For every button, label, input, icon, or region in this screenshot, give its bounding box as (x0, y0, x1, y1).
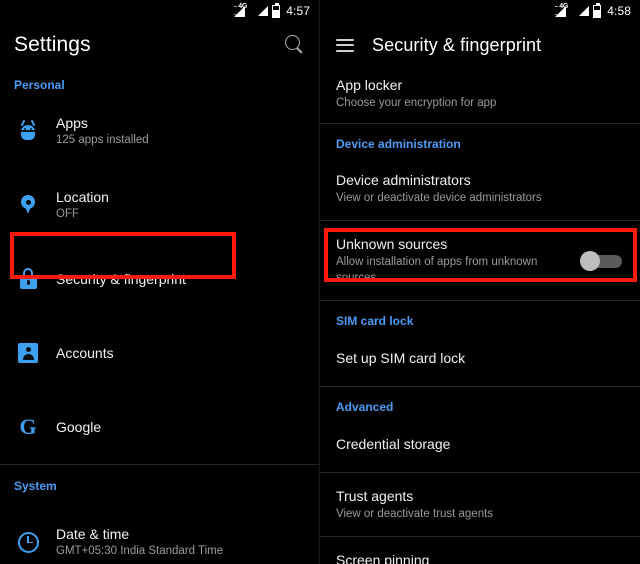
settings-item-location[interactable]: Location OFF (0, 168, 319, 242)
settings-screen: 4G 4:57 Settings Personal Apps 125 apps … (0, 0, 320, 564)
section-header-sim-card-lock: SIM card lock (336, 314, 414, 328)
unknown-sources-toggle[interactable] (580, 250, 624, 271)
search-icon[interactable] (285, 35, 305, 55)
item-subtitle: Allow installation of apps from unknown … (336, 256, 538, 284)
clock-icon (0, 530, 56, 554)
item-title: Google (56, 418, 102, 435)
security-item-device-administrators[interactable]: Device administrators View or deactivate… (320, 157, 640, 220)
item-title: Unknown sources (336, 236, 448, 252)
location-pin-icon (0, 193, 56, 217)
item-title: Apps (56, 114, 88, 131)
security-action-bar: Security & fingerprint (320, 22, 640, 68)
item-subtitle: GMT+05:30 India Standard Time (56, 544, 224, 557)
security-item-credential-storage[interactable]: Credential storage (320, 420, 640, 472)
network-type-label: 4G (238, 3, 247, 10)
security-item-screen-pinning[interactable]: Screen pinning Off (320, 537, 640, 564)
hamburger-menu-icon[interactable] (336, 38, 354, 52)
signal-bars-icon (579, 5, 590, 16)
clock-time-right: 4:58 (607, 4, 631, 18)
security-fingerprint-screen: 4G 4:58 Security & fingerprint App locke… (320, 0, 640, 564)
section-header-advanced: Advanced (336, 400, 394, 414)
item-title: Trust agents (336, 488, 414, 504)
item-subtitle: View or deactivate trust agents (336, 508, 494, 520)
dual-screenshot-container: 4G 4:57 Settings Personal Apps 125 apps … (0, 0, 640, 564)
clock-time-left: 4:57 (286, 4, 310, 18)
item-subtitle: OFF (56, 207, 79, 220)
battery-icon (593, 2, 602, 18)
item-title: Screen pinning (336, 552, 430, 564)
account-person-icon (0, 341, 56, 365)
item-title: Date & time (56, 525, 130, 542)
signal-bars-icon (258, 5, 269, 16)
security-item-unknown-sources[interactable]: Unknown sources Allow installation of ap… (320, 221, 640, 300)
item-subtitle: Choose your encryption for app (336, 97, 497, 109)
item-title: Location (56, 188, 109, 205)
section-header-device-administration: Device administration (336, 137, 461, 151)
settings-item-google[interactable]: G Google (0, 390, 319, 464)
page-title: Security & fingerprint (372, 34, 542, 55)
item-subtitle: View or deactivate device administrators (336, 192, 542, 204)
security-settings-list: App locker Choose your encryption for ap… (320, 68, 640, 564)
section-header-personal: Personal (14, 78, 65, 92)
status-bar-left: 4G 4:57 (0, 0, 319, 22)
item-title: Credential storage (336, 436, 451, 452)
lock-icon (0, 267, 56, 291)
google-g-icon: G (19, 414, 37, 439)
android-bug-icon (0, 119, 56, 143)
settings-item-apps[interactable]: Apps 125 apps installed (0, 94, 319, 168)
security-item-set-up-sim-card-lock[interactable]: Set up SIM card lock (320, 334, 640, 386)
item-title: App locker (336, 77, 403, 93)
settings-item-security-fingerprint[interactable]: Security & fingerprint (0, 242, 319, 316)
settings-item-date-time[interactable]: Date & time GMT+05:30 India Standard Tim… (0, 505, 319, 564)
settings-item-accounts[interactable]: Accounts (0, 316, 319, 390)
page-title: Settings (14, 33, 91, 56)
network-type-label: 4G (559, 3, 568, 10)
section-header-system: System (14, 479, 57, 493)
settings-list: Personal Apps 125 apps installed Locatio… (0, 68, 319, 564)
item-title: Set up SIM card lock (336, 350, 466, 366)
signal-4g-icon: 4G (233, 3, 254, 18)
status-bar-right: 4G 4:58 (320, 0, 640, 22)
settings-action-bar: Settings (0, 22, 319, 68)
item-subtitle: 125 apps installed (56, 133, 149, 146)
item-title: Security & fingerprint (56, 270, 186, 287)
battery-icon (272, 2, 281, 18)
security-item-app-locker[interactable]: App locker Choose your encryption for ap… (320, 68, 640, 123)
signal-4g-icon: 4G (554, 3, 575, 18)
item-title: Accounts (56, 344, 114, 361)
security-item-trust-agents[interactable]: Trust agents View or deactivate trust ag… (320, 473, 640, 536)
item-title: Device administrators (336, 172, 471, 188)
